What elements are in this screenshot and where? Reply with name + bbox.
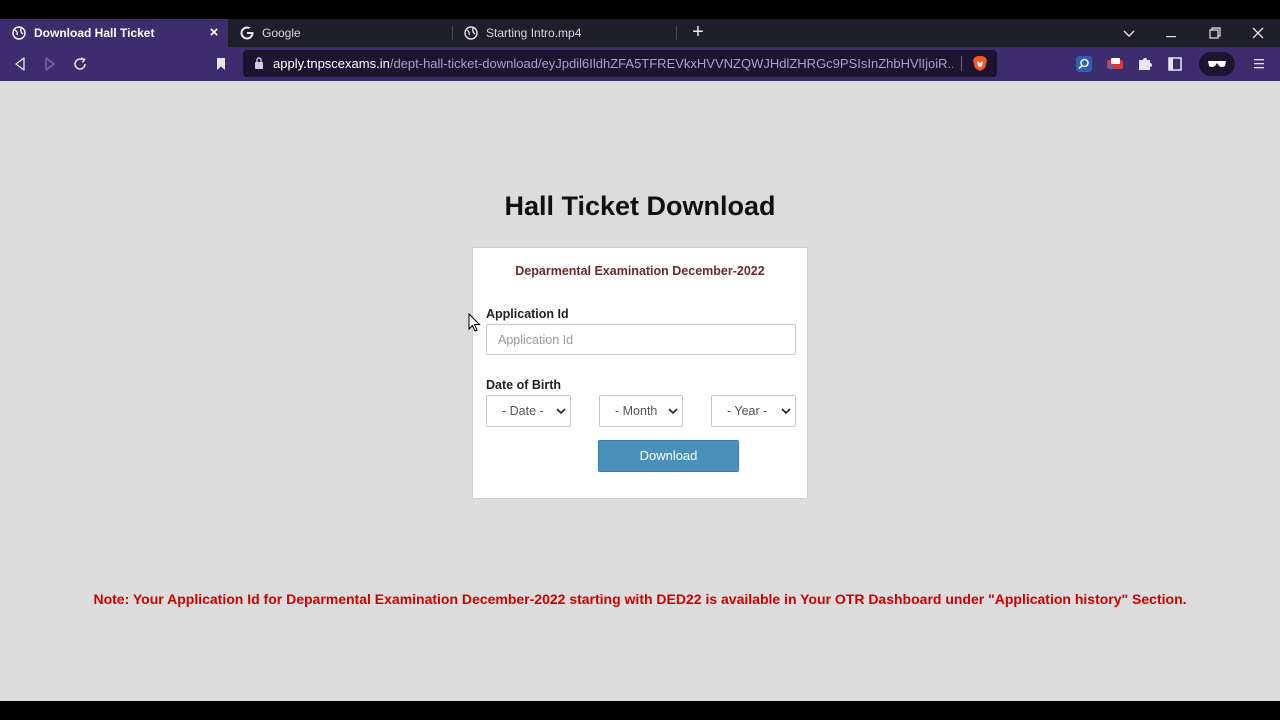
close-tab-icon[interactable]: ×: [206, 25, 222, 41]
brave-shield-icon[interactable]: [972, 55, 988, 72]
profile-glasses-icon[interactable]: [1199, 52, 1235, 76]
url-text: apply.tnpscexams.in/dept-hall-ticket-dow…: [273, 50, 953, 77]
new-tab-button[interactable]: +: [688, 19, 708, 47]
application-id-input[interactable]: [486, 324, 796, 355]
tab-google[interactable]: Google: [228, 19, 452, 47]
application-id-label: Application Id: [486, 307, 569, 321]
date-select-value: - Date -: [502, 404, 544, 418]
media-extension-icon[interactable]: [1105, 54, 1125, 74]
mouse-cursor-icon: [468, 312, 482, 333]
globe-icon: [12, 26, 26, 40]
forward-icon[interactable]: [39, 53, 61, 75]
google-icon: [240, 26, 254, 40]
month-select[interactable]: - Month: [599, 395, 683, 427]
tab-title: Google: [262, 26, 301, 40]
sidebar-toggle-icon[interactable]: [1166, 54, 1186, 74]
month-select-value: - Month: [615, 404, 658, 418]
lock-icon: [253, 56, 265, 70]
menu-hamburger-icon[interactable]: [1249, 53, 1271, 75]
chevron-down-icon: [552, 396, 570, 426]
minimize-icon[interactable]: [1152, 19, 1192, 47]
url-path: /dept-hall-ticket-download/eyJpdil6IldhZ…: [389, 56, 953, 71]
search-extension-icon[interactable]: [1075, 54, 1095, 74]
extensions-puzzle-icon[interactable]: [1136, 54, 1156, 74]
download-button[interactable]: Download: [598, 440, 739, 472]
page-title: Hall Ticket Download: [504, 191, 776, 221]
bookmark-icon[interactable]: [210, 53, 232, 75]
omnibox-divider: [961, 56, 962, 71]
date-of-birth-label: Date of Birth: [486, 378, 561, 392]
chevron-down-icon: [664, 396, 682, 426]
close-window-icon[interactable]: [1238, 19, 1278, 47]
tab-title: Starting Intro.mp4: [486, 26, 582, 40]
back-icon[interactable]: [9, 53, 31, 75]
globe-icon: [464, 26, 478, 40]
chevron-down-icon: [777, 396, 795, 426]
tab-starting-intro[interactable]: Starting Intro.mp4: [452, 19, 676, 47]
exam-heading: Deparmental Examination December-2022: [515, 264, 765, 278]
page-viewport: Hall Ticket Download Deparmental Examina…: [0, 81, 1280, 701]
tab-strip: Download Hall Ticket × Google Starting I…: [0, 19, 1280, 47]
tab-title: Download Hall Ticket: [34, 26, 155, 40]
restore-icon[interactable]: [1195, 19, 1235, 47]
tab-search-chevron-icon[interactable]: [1109, 19, 1149, 47]
date-select[interactable]: - Date -: [486, 395, 571, 427]
hall-ticket-form-card: Deparmental Examination December-2022 Ap…: [472, 247, 808, 499]
year-select-value: - Year -: [727, 404, 768, 418]
tab-download-hall-ticket[interactable]: Download Hall Ticket ×: [0, 19, 228, 47]
screen: Download Hall Ticket × Google Starting I…: [0, 0, 1280, 720]
year-select[interactable]: - Year -: [711, 395, 796, 427]
tab-divider: [676, 26, 677, 40]
url-host: apply.tnpscexams.in: [273, 56, 390, 71]
application-id-note: Note: Your Application Id for Deparmenta…: [93, 591, 1187, 607]
address-bar[interactable]: apply.tnpscexams.in/dept-hall-ticket-dow…: [243, 50, 997, 77]
reload-icon[interactable]: [69, 53, 91, 75]
